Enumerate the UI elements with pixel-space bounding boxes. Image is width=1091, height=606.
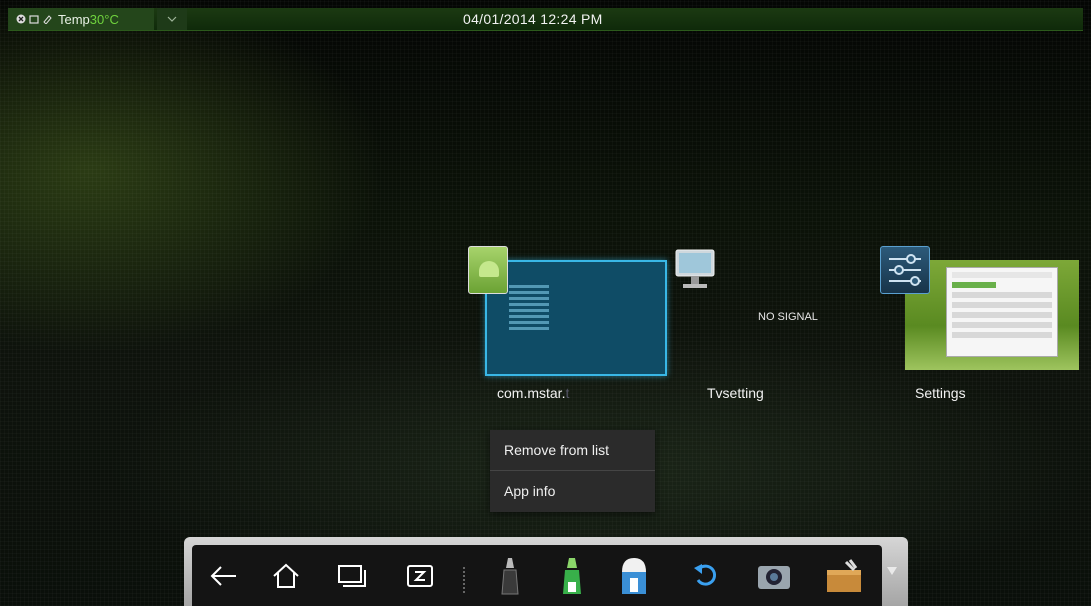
back-button[interactable] [202,553,246,599]
dock-divider [463,567,465,595]
status-left-panel: Temp 30°C [8,8,154,30]
camera-icon [758,566,790,589]
screenshot-button[interactable] [752,553,796,599]
android-app-icon [468,246,508,294]
temp-value: 30°C [89,11,119,27]
toolbox-icon [827,559,861,592]
triangle-down-icon [887,567,897,575]
recent-app-label-mstar: com.mstar.t [497,385,570,401]
sleep-icon [407,565,433,587]
black-pen-button[interactable] [488,553,532,599]
status-bar: Temp 30°C 04/01/2014 12:24 PM [8,8,1083,31]
eraser-icon [622,558,646,594]
menu-item-app-info[interactable]: App info [490,471,655,511]
context-menu: Remove from list App info [490,430,655,512]
toolbox-button[interactable] [822,553,866,599]
pen-black-icon [501,558,519,595]
recent-app-thumbnail-settings[interactable] [905,260,1079,370]
chevron-down-icon [167,16,177,22]
thumbnail-content [509,282,549,333]
pen-green-icon [563,558,581,594]
recent-app-thumbnail-mstar[interactable] [485,260,667,376]
undo-icon [694,564,716,586]
bottom-dock [184,537,908,606]
settings-window-preview [946,267,1058,357]
datetime: 04/01/2014 12:24 PM [463,11,603,27]
dock-expand-button[interactable] [884,557,900,585]
pencil-icon[interactable] [42,14,52,24]
temp-label: Temp [58,11,90,27]
home-button[interactable] [264,553,308,599]
home-icon [273,563,299,588]
menu-item-remove-from-list[interactable]: Remove from list [490,430,655,470]
tv-no-signal-text: NO SIGNAL [758,311,818,323]
settings-sliders-icon [880,246,930,294]
recent-app-label-tvsetting[interactable]: Tvsetting [707,385,764,401]
status-expand-button[interactable] [157,8,187,30]
window-icon[interactable] [29,14,39,24]
eraser-button[interactable] [612,553,656,599]
monitor-icon [675,249,715,288]
back-arrow-icon [210,566,236,586]
dock-tray [192,545,882,606]
close-circle-icon[interactable] [16,14,26,24]
green-pen-button[interactable] [550,553,594,599]
sleep-button[interactable] [398,553,442,599]
recent-app-label-settings[interactable]: Settings [915,385,966,401]
recent-apps-button[interactable] [330,553,374,599]
undo-button[interactable] [684,553,728,599]
recent-apps-icon [338,565,366,587]
